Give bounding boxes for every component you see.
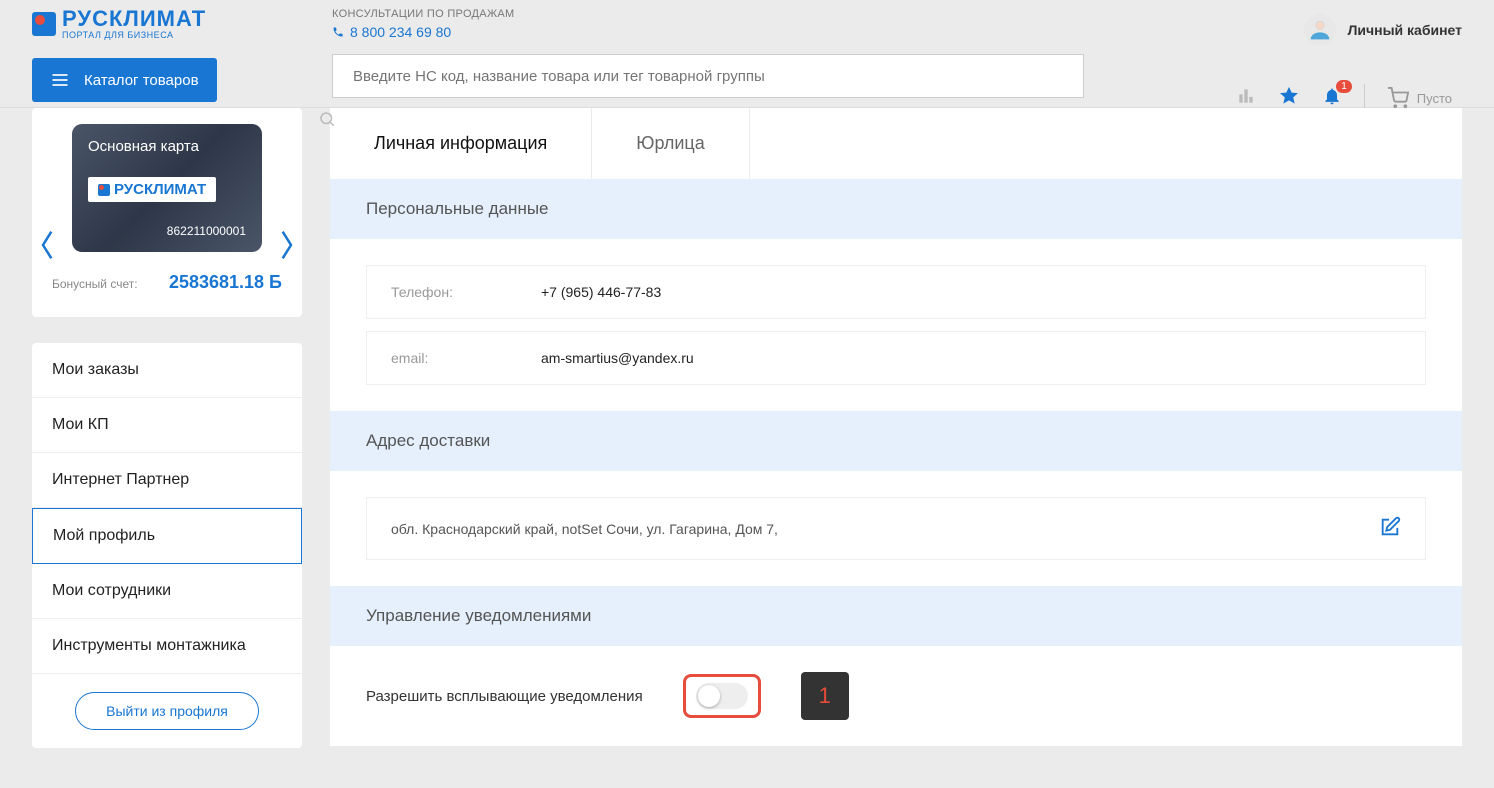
step-indicator: 1 bbox=[801, 672, 849, 720]
header-right: Личный кабинет 1 Пусто bbox=[1236, 8, 1462, 112]
consult-label: КОНСУЛЬТАЦИИ ПО ПРОДАЖАМ bbox=[332, 8, 1236, 20]
logo[interactable]: РУСКЛИМАТ ПОРТАЛ ДЛЯ БИЗНЕСА bbox=[32, 8, 332, 40]
stats-icon[interactable] bbox=[1236, 86, 1256, 111]
search-wrap bbox=[332, 54, 1084, 121]
notif-row: Разрешить всплывающие уведомления 1 bbox=[366, 672, 1426, 720]
address-value: обл. Краснодарский край, notSet Сочи, ул… bbox=[391, 521, 778, 537]
search-input[interactable] bbox=[332, 54, 1084, 98]
nav-tools[interactable]: Инструменты монтажника bbox=[32, 619, 302, 674]
carousel-next-icon[interactable] bbox=[276, 228, 296, 270]
logo-text: РУСКЛИМАТ bbox=[62, 8, 206, 30]
section-personal-header: Персональные данные bbox=[330, 179, 1462, 239]
card-carousel: Основная карта РУСКЛИМАТ 862211000001 Бо… bbox=[32, 108, 302, 317]
catalog-label: Каталог товаров bbox=[84, 72, 199, 89]
cart-button[interactable]: Пусто bbox=[1387, 87, 1452, 109]
edit-address-icon[interactable] bbox=[1379, 516, 1401, 541]
field-email: email: am-smartius@yandex.ru bbox=[366, 331, 1426, 385]
address-row: обл. Краснодарский край, notSet Сочи, ул… bbox=[366, 497, 1426, 560]
nav-employees[interactable]: Мои сотрудники bbox=[32, 564, 302, 619]
phone-field-label: Телефон: bbox=[391, 284, 541, 300]
notifications-icon[interactable]: 1 bbox=[1322, 86, 1342, 111]
email-field-label: email: bbox=[391, 350, 541, 366]
nav-partner[interactable]: Интернет Партнер bbox=[32, 453, 302, 508]
cart-icon bbox=[1387, 87, 1409, 109]
card-brand: РУСКЛИМАТ bbox=[88, 177, 216, 202]
logout-wrap: Выйти из профиля bbox=[32, 674, 302, 748]
logo-subtitle: ПОРТАЛ ДЛЯ БИЗНЕСА bbox=[62, 30, 206, 40]
sidebar: Основная карта РУСКЛИМАТ 862211000001 Бо… bbox=[32, 108, 302, 748]
section-address-header: Адрес доставки bbox=[330, 411, 1462, 471]
nav-kp[interactable]: Мои КП bbox=[32, 398, 302, 453]
account-label: Личный кабинет bbox=[1348, 22, 1462, 38]
bonus-label: Бонусный счет: bbox=[52, 277, 138, 291]
phone-field-value: +7 (965) 446-77-83 bbox=[541, 284, 661, 300]
phone-icon bbox=[332, 26, 344, 38]
loyalty-card[interactable]: Основная карта РУСКЛИМАТ 862211000001 bbox=[72, 124, 262, 252]
toggle-highlight bbox=[683, 674, 761, 718]
field-phone: Телефон: +7 (965) 446-77-83 bbox=[366, 265, 1426, 319]
search-icon[interactable] bbox=[318, 115, 336, 132]
notif-allow-label: Разрешить всплывающие уведомления bbox=[366, 688, 643, 705]
cart-text: Пусто bbox=[1417, 91, 1452, 106]
section-address-body: обл. Краснодарский край, notSet Сочи, ул… bbox=[330, 471, 1462, 586]
notif-badge: 1 bbox=[1336, 80, 1352, 93]
phone-number: 8 800 234 69 80 bbox=[350, 24, 451, 40]
header: РУСКЛИМАТ ПОРТАЛ ДЛЯ БИЗНЕСА Каталог тов… bbox=[0, 0, 1494, 108]
bonus-row: Бонусный счет: 2583681.18 Б bbox=[42, 252, 292, 293]
phone-link[interactable]: 8 800 234 69 80 bbox=[332, 24, 1236, 40]
nav-profile[interactable]: Мой профиль bbox=[32, 508, 302, 564]
logo-column: РУСКЛИМАТ ПОРТАЛ ДЛЯ БИЗНЕСА Каталог тов… bbox=[32, 8, 332, 102]
main: Основная карта РУСКЛИМАТ 862211000001 Бо… bbox=[0, 108, 1494, 788]
sidebar-nav: Мои заказы Мои КП Интернет Партнер Мой п… bbox=[32, 343, 302, 748]
nav-orders[interactable]: Мои заказы bbox=[32, 343, 302, 398]
section-notif-body: Разрешить всплывающие уведомления 1 bbox=[330, 646, 1462, 746]
card-title: Основная карта bbox=[88, 138, 246, 155]
notif-toggle[interactable] bbox=[696, 683, 748, 709]
logo-mark-icon bbox=[32, 12, 56, 36]
favorites-icon[interactable] bbox=[1278, 85, 1300, 112]
content: Личная информация Юрлица Персональные да… bbox=[330, 108, 1462, 748]
bonus-value: 2583681.18 Б bbox=[169, 272, 282, 293]
carousel-prev-icon[interactable] bbox=[38, 228, 58, 270]
catalog-button[interactable]: Каталог товаров bbox=[32, 58, 217, 102]
section-notif-header: Управление уведомлениями bbox=[330, 586, 1462, 646]
card-number: 862211000001 bbox=[88, 224, 246, 238]
header-mid: КОНСУЛЬТАЦИИ ПО ПРОДАЖАМ 8 800 234 69 80 bbox=[332, 8, 1236, 121]
hamburger-icon bbox=[50, 70, 70, 90]
account-link[interactable]: Личный кабинет bbox=[1304, 14, 1462, 46]
section-personal-body: Телефон: +7 (965) 446-77-83 email: am-sm… bbox=[330, 239, 1462, 411]
email-field-value: am-smartius@yandex.ru bbox=[541, 350, 694, 366]
logout-button[interactable]: Выйти из профиля bbox=[75, 692, 259, 730]
avatar-icon bbox=[1304, 14, 1336, 46]
